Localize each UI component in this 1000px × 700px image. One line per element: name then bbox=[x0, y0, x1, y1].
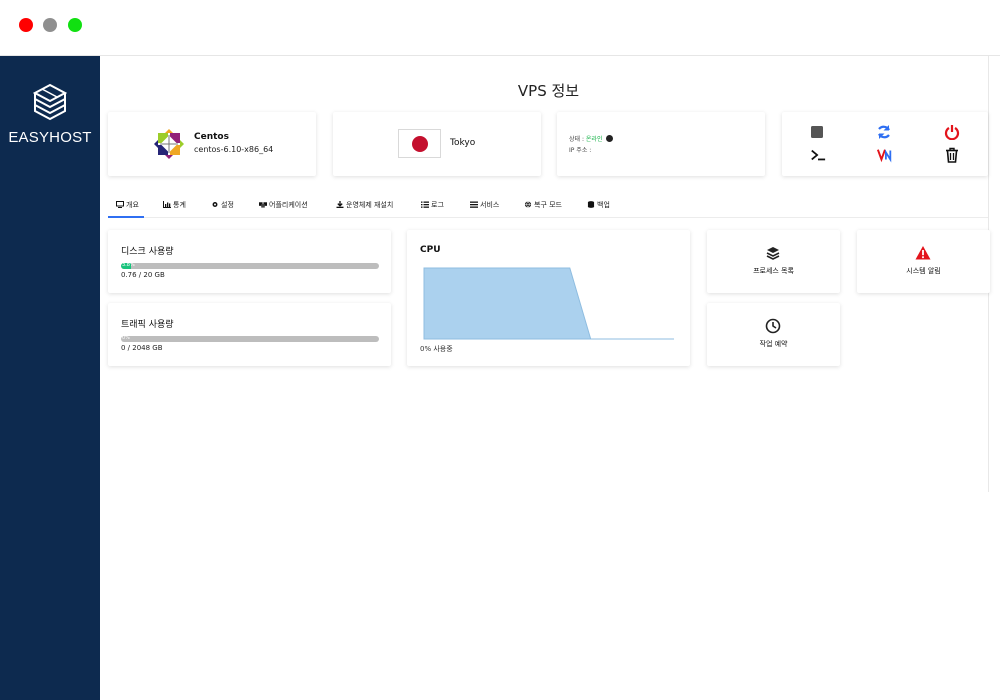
traffic-usage-percent: 0% bbox=[122, 335, 130, 341]
tab-reinstall-os[interactable]: 운영체제 재설치 bbox=[336, 200, 393, 210]
tab-label: 개요 bbox=[126, 201, 139, 209]
tab-label: 복구 모드 bbox=[534, 201, 562, 209]
location-card: Tokyo bbox=[333, 112, 541, 176]
traffic-usage-bar: 0% bbox=[121, 335, 379, 342]
brand-name[interactable]: EASYHOST bbox=[0, 129, 100, 146]
cubes-icon bbox=[259, 202, 267, 208]
power-icon[interactable] bbox=[944, 124, 960, 140]
os-version: centos-6.10-x86_64 bbox=[194, 145, 274, 154]
tab-label: 운영체제 재설치 bbox=[346, 201, 394, 209]
os-name: Centos bbox=[194, 132, 229, 142]
traffic-usage-card: 트래픽 사용량 0% 0 / 2048 GB bbox=[108, 303, 391, 366]
gear-icon bbox=[212, 202, 218, 207]
tab-bar: 개요 통계 설정 어플리케이션 운영체제 재설치 로그 서비스 복구 모드 백업 bbox=[108, 196, 988, 218]
refresh-icon[interactable] bbox=[876, 124, 892, 140]
os-card: Centos centos-6.10-x86_64 bbox=[108, 112, 316, 176]
tab-statistics[interactable]: 통계 bbox=[163, 200, 186, 210]
page-title: VPS 정보 bbox=[517, 82, 580, 100]
tab-label: 서비스 bbox=[480, 201, 500, 209]
status-value: 온라인 bbox=[585, 136, 603, 143]
disk-usage-title: 디스크 사용량 bbox=[121, 247, 174, 257]
vnc-icon[interactable] bbox=[877, 147, 893, 163]
main-content: VPS 정보 Centos centos-6.10-x86_64 Tokyo 상… bbox=[100, 56, 990, 700]
task-schedule-tile[interactable]: 작업 예약 bbox=[707, 303, 840, 366]
warning-icon bbox=[915, 246, 931, 260]
sidebar: EASYHOST bbox=[0, 56, 100, 700]
download-icon bbox=[336, 201, 344, 208]
status-label: 상태 : bbox=[569, 136, 584, 143]
tab-applications[interactable]: 어플리케이션 bbox=[259, 200, 308, 210]
monitor-icon bbox=[116, 201, 124, 208]
globe-icon bbox=[524, 201, 532, 208]
tab-backup[interactable]: 백업 bbox=[587, 200, 610, 210]
status-card: 상태 : 온라인 IP 주소 : bbox=[557, 112, 765, 176]
disk-usage-value: 0.76 / 20 GB bbox=[121, 271, 165, 279]
traffic-usage-title: 트래픽 사용량 bbox=[121, 320, 174, 330]
list-icon bbox=[421, 201, 429, 208]
clock-icon bbox=[606, 135, 614, 142]
task-schedule-label: 작업 예약 bbox=[759, 340, 788, 348]
tab-label: 백업 bbox=[597, 201, 610, 209]
tab-label: 어플리케이션 bbox=[269, 201, 308, 209]
close-window-button[interactable] bbox=[19, 18, 33, 32]
layers-icon bbox=[766, 247, 780, 260]
traffic-usage-value: 0 / 2048 GB bbox=[121, 344, 163, 352]
ip-label: IP 주소 : bbox=[569, 147, 592, 154]
system-alerts-label: 시스템 알림 bbox=[906, 267, 941, 275]
disk-usage-percent: 3.8% bbox=[122, 262, 135, 268]
window-titlebar bbox=[0, 0, 1000, 56]
japan-flag-icon bbox=[398, 129, 441, 158]
cpu-area-series bbox=[423, 267, 674, 340]
disk-usage-bar: 3.8% bbox=[121, 262, 379, 269]
process-list-label: 프로세스 목록 bbox=[753, 267, 794, 275]
ip-line: IP 주소 : bbox=[569, 145, 591, 154]
bars-icon bbox=[470, 201, 478, 208]
actions-card bbox=[782, 112, 988, 176]
status-line: 상태 : 온라인 bbox=[569, 134, 614, 143]
disk-usage-card: 디스크 사용량 3.8% 0.76 / 20 GB bbox=[108, 230, 391, 293]
clock-icon bbox=[765, 318, 781, 334]
tab-overview[interactable]: 개요 bbox=[108, 200, 144, 218]
database-icon bbox=[587, 201, 595, 208]
location-name: Tokyo bbox=[450, 138, 476, 148]
maximize-window-button[interactable] bbox=[68, 18, 82, 32]
terminal-icon[interactable] bbox=[810, 147, 826, 163]
trash-icon[interactable] bbox=[944, 147, 960, 163]
tab-settings[interactable]: 설정 bbox=[211, 200, 234, 210]
centos-logo-icon bbox=[154, 129, 184, 159]
tab-label: 설정 bbox=[221, 201, 234, 209]
tab-logs[interactable]: 로그 bbox=[421, 200, 444, 210]
cpu-card: CPU 0% 사용중 bbox=[407, 230, 690, 366]
tab-label: 통계 bbox=[173, 201, 186, 209]
minimize-window-button[interactable] bbox=[43, 18, 57, 32]
cpu-usage-text: 0% 사용중 bbox=[420, 345, 453, 353]
stop-icon[interactable] bbox=[809, 124, 825, 140]
chart-icon bbox=[163, 201, 171, 208]
system-alerts-tile[interactable]: 시스템 알림 bbox=[857, 230, 990, 293]
tab-services[interactable]: 서비스 bbox=[470, 200, 499, 210]
cube-stack-icon bbox=[33, 83, 67, 121]
tab-label: 로그 bbox=[431, 201, 444, 209]
process-list-tile[interactable]: 프로세스 목록 bbox=[707, 230, 840, 293]
tab-recovery-mode[interactable]: 복구 모드 bbox=[524, 200, 562, 210]
